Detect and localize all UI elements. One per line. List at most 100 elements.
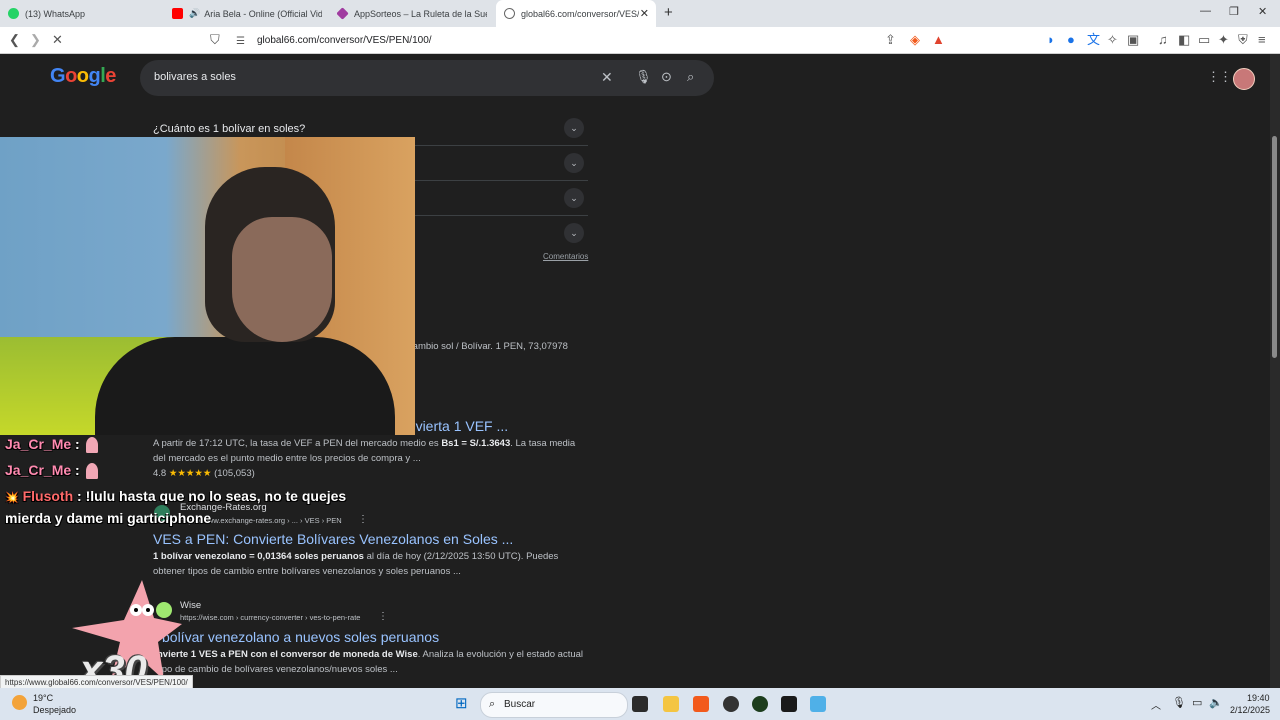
google-logo[interactable]: Google [50,65,116,88]
tab-title: global66.com/conversor/VES/PEN [521,8,639,19]
snippet-fragment: e cambio sol / Bolívar. 1 PEN, 73,07978 [400,341,568,352]
result-rating: 4.8 ★★★★★ (105,053) [153,466,255,481]
bookmark-icon[interactable]: ⛉ [210,32,220,48]
task-view-icon[interactable] [632,696,648,712]
avatar[interactable] [1233,68,1255,90]
whatsapp-icon [8,8,19,19]
scrollbar-thumb[interactable] [1272,136,1277,358]
address-bar[interactable]: global66.com/conversor/VES/PEN/100/ [257,35,432,46]
more-options-icon[interactable]: ⋮ [358,514,368,525]
chevron-up-icon[interactable]: ︿ [1151,697,1161,712]
tab-strip: (13) WhatsApp 🔊 Aria Bela - Online (Offi… [0,0,1280,27]
forward-icon[interactable]: ❯ [30,32,41,48]
file-explorer-icon[interactable] [663,696,679,712]
chevron-down-icon[interactable]: ⌄ [564,153,584,173]
weather-icon[interactable] [12,695,27,710]
weather-temp[interactable]: 19°C [33,693,53,703]
chevron-down-icon[interactable]: ⌄ [564,223,584,243]
tab-global66[interactable]: global66.com/conversor/VES/PEN ✕ [496,0,656,27]
back-icon[interactable]: ❮ [9,32,20,48]
feedback-link[interactable]: Comentarios [543,252,588,261]
microphone-icon[interactable]: 🎙 [1172,696,1186,709]
youtube-icon [172,8,183,19]
tab-whatsapp[interactable]: (13) WhatsApp [8,0,168,27]
tab-appsorteos[interactable]: AppSorteos – La Ruleta de la Suerte [337,0,487,27]
chat-text: !lulu hasta que no lo seas, no te quejes [85,488,347,504]
result-site[interactable]: Wise [180,600,201,611]
brave-rewards-icon[interactable]: ▲ [932,32,945,48]
restore-button[interactable]: ❐ [1229,5,1239,18]
patrick-emote-icon [85,437,98,454]
search-box[interactable]: bolivares a soles ✕ 🎙 ⊙ ⌕ [140,60,714,96]
clock-date[interactable]: 2/12/2025 [1230,705,1270,715]
menu-icon[interactable]: ≡ [1258,32,1266,48]
review-count: (105,053) [214,468,255,479]
network-icon[interactable]: ▭ [1192,696,1202,709]
minimize-button[interactable]: — [1200,5,1211,17]
result-title[interactable]: bolívar venezolano a nuevos soles peruan… [162,629,439,645]
vpn-icon[interactable]: ⛨ [1238,32,1248,48]
search-input[interactable]: bolivares a soles [154,71,236,83]
search-icon[interactable]: ⌕ [687,69,694,85]
app-icon[interactable] [752,696,768,712]
tab-search-icon[interactable]: ▣ [1127,32,1139,48]
patrick-emote-icon [85,463,98,480]
clock-time[interactable]: 19:40 [1247,693,1270,703]
facebook-icon[interactable] [810,696,826,712]
appsorteos-icon [337,7,349,20]
leo-ai-icon[interactable]: ✦ [1218,32,1229,48]
extensions-icon[interactable]: ✧ [1107,32,1118,48]
browser-toolbar: ❮ ❯ ✕ ⛉ ☰ global66.com/conversor/VES/PEN… [0,27,1280,54]
windows-start-icon[interactable]: ⊞ [455,696,468,712]
close-tab-icon[interactable]: ✕ [640,7,649,20]
new-tab-button[interactable]: + [664,4,673,21]
wallet-icon[interactable]: ▭ [1198,32,1210,48]
translate-icon[interactable]: 文 [1087,32,1100,48]
stop-loading-icon[interactable]: ✕ [52,32,63,48]
brave-shields-icon[interactable]: ◈ [910,32,920,48]
media-player-icon[interactable] [781,696,797,712]
result-description: nvierte 1 VES a PEN con el conversor de … [157,649,584,675]
result-title[interactable]: VES a PEN: Convierte Bolívares Venezolan… [153,531,513,547]
chat-username: Ja_Cr_Me [5,462,72,478]
search-icon: ⌕ [489,698,496,710]
volume-icon[interactable]: 🔈 [1209,696,1223,709]
media-icon[interactable]: ♫ [1158,32,1168,48]
chevron-down-icon[interactable]: ⌄ [564,118,584,138]
microphone-icon[interactable]: 🎙 [635,69,652,85]
share-icon[interactable]: ⇪ [885,32,896,48]
lens-icon[interactable]: ⊙ [661,69,672,85]
speaker-icon: 🔊 [189,8,201,18]
scrollbar[interactable] [1270,54,1280,688]
weather-desc[interactable]: Despejado [33,705,76,715]
webcam-overlay [0,137,415,435]
sidebar-icon[interactable]: ◧ [1178,32,1190,48]
result-title[interactable]: onvierta 1 VEF ... [400,418,508,434]
faq-question: ¿Cuánto es 1 bolívar en soles? [153,123,306,135]
chat-message-continued: mierda y dame mi garticiphone [5,510,212,526]
chat-message: 💥 Flusoth : !lulu hasta que no lo seas, … [5,488,347,504]
tab-youtube[interactable]: 🔊 Aria Bela - Online (Official Video) [172,0,322,27]
result-cite[interactable]: https://wise.com › currency-converter › … [180,613,360,622]
site-settings-icon[interactable]: ☰ [236,34,245,50]
obs-icon[interactable] [723,696,739,712]
result-description: 1 bolívar venezolano = 0,01364 soles per… [153,551,559,577]
brave-icon[interactable] [693,696,709,712]
webcam-person-body [95,337,395,435]
extension-blue-icon[interactable]: ● [1067,32,1075,48]
more-options-icon[interactable]: ⋮ [378,611,388,622]
chat-message: Ja_Cr_Me : [5,462,98,480]
taskbar-search[interactable]: ⌕ Buscar [480,692,628,718]
rating-value: 4.8 [153,468,167,479]
chat-message: Ja_Cr_Me : [5,436,98,454]
chat-username: Flusoth [22,488,74,504]
result-description: A partir de 17:12 UTC, la tasa de VEF a … [153,438,576,464]
tab-title: AppSorteos – La Ruleta de la Suerte [354,8,487,19]
close-window-button[interactable]: ✕ [1258,5,1267,18]
extension-audio-icon[interactable]: ◗ [1047,32,1055,48]
chevron-down-icon[interactable]: ⌄ [564,188,584,208]
taskbar-search-input[interactable]: Buscar [504,699,535,710]
tab-title: Aria Bela - Online (Official Video) [204,8,322,19]
rating-stars: ★★★★★ [168,468,212,479]
clear-icon[interactable]: ✕ [601,69,613,86]
